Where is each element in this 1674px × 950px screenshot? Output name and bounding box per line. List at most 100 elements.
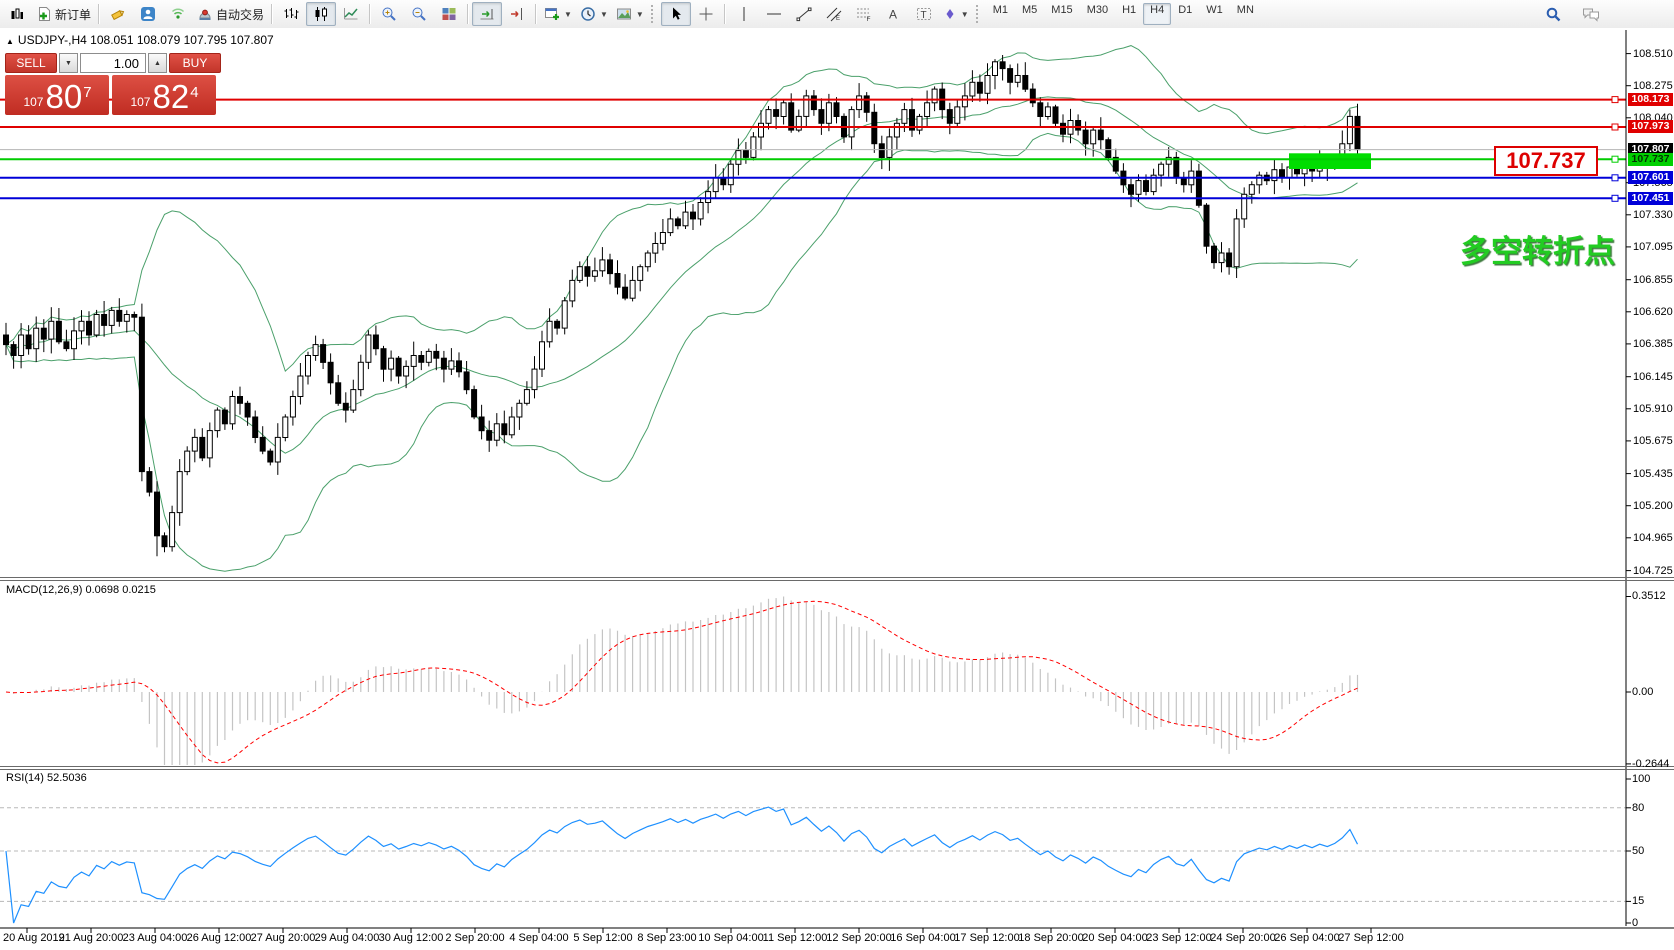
vertical-line-button[interactable] [729,2,759,26]
macd-axis-tick: 0.3512 [1632,590,1666,602]
big-price-callout[interactable]: 107.737 [1494,146,1598,176]
hline-marker[interactable] [1612,195,1618,201]
highlighter-button[interactable] [103,2,133,26]
zoom-in-button[interactable] [374,2,404,26]
templates-button[interactable]: ▼ [612,2,648,26]
date-axis-label: 5 Sep 12:00 [573,932,632,944]
arrows-button[interactable]: ▼ [939,2,973,26]
periods-button[interactable]: ▼ [576,2,612,26]
search-button[interactable] [1538,2,1568,26]
price-line-label[interactable]: 107.973 [1628,120,1673,133]
timeframe-button-MN[interactable]: MN [1230,3,1261,25]
new-order-icon [36,6,52,22]
timeframe-button-D1[interactable]: D1 [1171,3,1199,25]
timeframe-button-M1[interactable]: M1 [986,3,1015,25]
date-axis-label: 16 Sep 04:00 [890,932,955,944]
search-icon [1545,6,1562,23]
buy-button[interactable]: BUY [169,53,221,73]
price-axis-tick: 108.510 [1633,48,1673,60]
new-order-label: 新订单 [55,6,91,23]
timeframe-button-M5[interactable]: M5 [1015,3,1044,25]
green-zone-rectangle[interactable] [1289,153,1371,169]
channel-button[interactable]: E [819,2,849,26]
new-order-button[interactable]: 新订单 [32,2,95,26]
one-click-trade-panel: SELL ▼ 1.00 ▲ BUY 107807 107824 [5,53,221,115]
hline-marker[interactable] [1612,175,1618,181]
price-axis-tick: 104.965 [1633,532,1673,544]
separator [98,4,100,24]
community-button[interactable] [133,2,163,26]
separator [271,4,273,24]
new-chart-button[interactable]: ▼ [540,2,576,26]
price-line-label[interactable]: 107.601 [1628,171,1673,184]
line-chart-button[interactable] [336,2,366,26]
price-axis-tick: 106.385 [1633,338,1673,350]
date-axis-label: 23 Sep 12:00 [1146,932,1211,944]
timeframe-button-H4[interactable]: H4 [1143,3,1171,25]
price-line-label[interactable]: 107.737 [1628,153,1673,166]
chart-window: ▲ USDJPY-,H4 108.051 108.079 107.795 107.… [0,28,1674,950]
horizontal-line-button[interactable] [759,2,789,26]
rsi-axis-tick: 80 [1632,802,1644,814]
price-axis-tick: 106.855 [1633,274,1673,286]
price-axis-tick: 104.725 [1633,565,1673,577]
autotrading-button[interactable]: 自动交易 [193,2,268,26]
dropdown-arrow-icon: ▼ [961,10,969,19]
svg-text:F: F [866,16,870,22]
price-axis-tick: 107.095 [1633,241,1673,253]
rsi-axis-tick: 50 [1632,845,1644,857]
volume-down-button[interactable]: ▼ [59,53,78,73]
timeframe-button-H1[interactable]: H1 [1115,3,1143,25]
toolbar-grip[interactable] [651,5,658,23]
trendline-button[interactable] [789,2,819,26]
bar-chart-button[interactable] [276,2,306,26]
equidistant-channel-icon: E [826,6,842,22]
crosshair-icon [698,6,714,22]
hline-marker[interactable] [1612,97,1618,103]
chart-annotation-text[interactable]: 多空转折点 [1460,226,1615,271]
text-button[interactable]: A [879,2,909,26]
price-line-label[interactable]: 107.451 [1628,192,1673,205]
timeframe-button-M15[interactable]: M15 [1044,3,1079,25]
toolbar: 新订单 自动交易 ▼ ▼ ▼ E F A T ▼ M1M5M15M30H1H4D… [0,0,1674,29]
main-chart-plot[interactable] [0,28,1674,950]
buy-price-plate[interactable]: 107824 [112,75,216,115]
sell-price-plate[interactable]: 107807 [5,75,109,115]
volume-input[interactable]: 1.00 [80,53,146,73]
crosshair-button[interactable] [691,2,721,26]
symbol-title-text: USDJPY-,H4 108.051 108.079 107.795 107.8… [18,33,274,47]
tile-windows-button[interactable] [434,2,464,26]
volume-up-button[interactable]: ▲ [148,53,167,73]
svg-text:E: E [836,16,840,22]
shift-chart-button[interactable] [502,2,532,26]
shift-chart-icon [509,6,525,22]
sell-button[interactable]: SELL [5,53,57,73]
timeframe-button-M30[interactable]: M30 [1080,3,1115,25]
macd-label: MACD(12,26,9) 0.0698 0.0215 [6,584,156,596]
price-line-label[interactable]: 108.173 [1628,93,1673,106]
chat-icon [1582,6,1600,22]
separator [724,4,726,24]
date-axis-label: 21 Aug 20:00 [59,932,124,944]
hline-marker[interactable] [1612,156,1618,162]
signals-button[interactable] [163,2,193,26]
timeframe-button-W1[interactable]: W1 [1199,3,1230,25]
macd-axis-tick: -0.2644 [1632,758,1669,770]
collapse-triangle-icon[interactable]: ▲ [6,37,14,46]
buy-price-sup: 4 [190,84,198,101]
chat-button[interactable] [1576,2,1606,26]
autoscroll-button[interactable] [472,2,502,26]
arrows-icon [943,6,957,22]
svg-text:T: T [920,10,926,21]
hline-marker[interactable] [1612,124,1618,130]
candlestick-button[interactable] [306,2,336,26]
date-axis-label: 23 Aug 04:00 [123,932,188,944]
toolbar-grip[interactable] [976,5,983,23]
zoom-out-button[interactable] [404,2,434,26]
app-chart-icon[interactable] [2,2,32,26]
cursor-button[interactable] [661,2,691,26]
fibonacci-button[interactable]: F [849,2,879,26]
rsi-value: 52.5036 [47,772,87,784]
date-axis-label: 24 Sep 20:00 [1210,932,1275,944]
text-label-button[interactable]: T [909,2,939,26]
